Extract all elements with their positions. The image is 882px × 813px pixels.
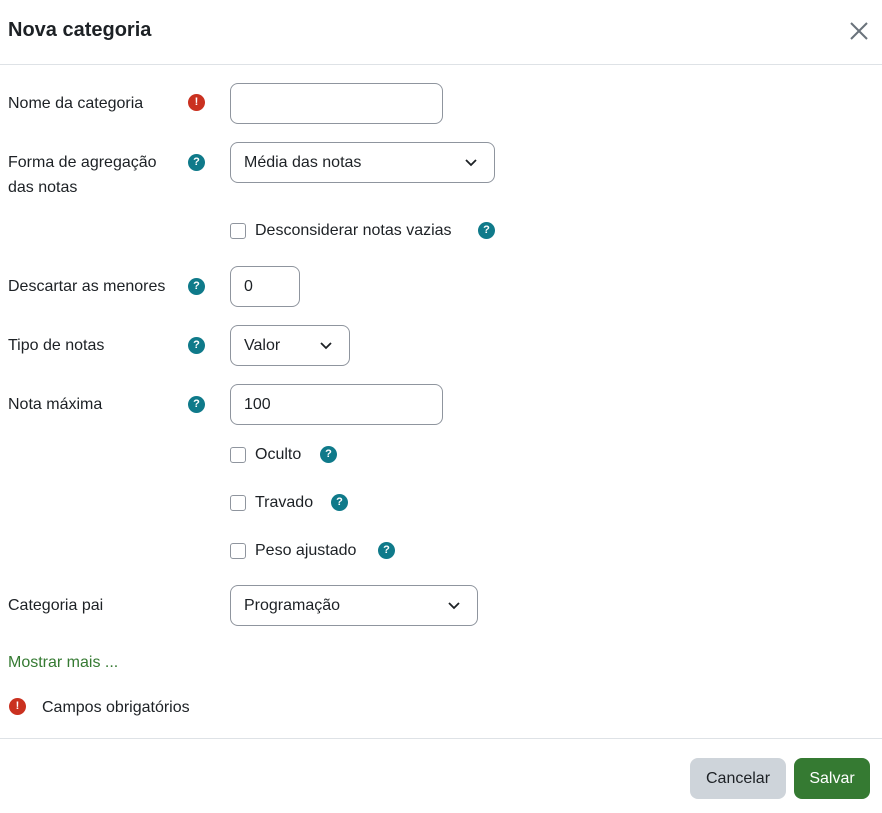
- help-icon[interactable]: ?: [188, 337, 205, 354]
- required-note: Campos obrigatórios: [42, 699, 190, 716]
- max-grade-input[interactable]: [230, 384, 443, 425]
- dialog-title: Nova categoria: [8, 19, 152, 41]
- help-icon[interactable]: ?: [188, 154, 205, 171]
- locked-label: Travado: [255, 494, 314, 511]
- drop-lowest-input[interactable]: [230, 266, 300, 307]
- help-icon[interactable]: ?: [331, 494, 348, 511]
- exclude-empty-label: Desconsiderar notas vazias: [255, 222, 452, 239]
- show-more-link[interactable]: Mostrar mais ...: [8, 654, 118, 672]
- hidden-checkbox[interactable]: [230, 447, 246, 463]
- help-icon[interactable]: ?: [188, 396, 205, 413]
- aggregation-select[interactable]: Média das notas: [230, 142, 495, 183]
- aggregation-label: Forma de agregação das notas: [8, 150, 157, 200]
- grade-type-selected: Valor: [244, 337, 281, 354]
- grade-type-select[interactable]: Valor: [230, 325, 350, 366]
- aggregation-selected: Média das notas: [244, 154, 362, 171]
- cancel-button[interactable]: Cancelar: [690, 758, 786, 799]
- max-grade-label: Nota máxima: [8, 396, 103, 413]
- help-icon[interactable]: ?: [320, 446, 337, 463]
- aggregation-label-line1: Forma de agregação: [8, 154, 157, 171]
- weight-adjusted-label: Peso ajustado: [255, 542, 357, 559]
- chevron-down-icon: [320, 342, 332, 350]
- help-icon[interactable]: ?: [378, 542, 395, 559]
- modal-footer: Cancelar Salvar: [0, 738, 882, 813]
- grade-type-label: Tipo de notas: [8, 337, 105, 354]
- aggregation-label-line2: das notas: [8, 179, 78, 196]
- chevron-down-icon: [448, 602, 460, 610]
- parent-category-label: Categoria pai: [8, 597, 104, 614]
- hidden-label: Oculto: [255, 446, 302, 463]
- parent-category-select[interactable]: Programação: [230, 585, 478, 626]
- category-name-label: Nome da categoria: [8, 95, 144, 112]
- help-icon[interactable]: ?: [478, 222, 495, 239]
- save-button[interactable]: Salvar: [794, 758, 870, 799]
- help-icon[interactable]: ?: [188, 278, 205, 295]
- parent-category-selected: Programação: [244, 597, 341, 614]
- drop-lowest-label: Descartar as menores: [8, 278, 166, 295]
- modal-header: Nova categoria: [0, 0, 882, 65]
- chevron-down-icon: [465, 159, 477, 167]
- category-name-input[interactable]: [230, 83, 443, 124]
- exclude-empty-checkbox[interactable]: [230, 223, 246, 239]
- required-icon: !: [9, 698, 26, 715]
- locked-checkbox[interactable]: [230, 495, 246, 511]
- weight-adjusted-checkbox[interactable]: [230, 543, 246, 559]
- close-icon[interactable]: [846, 18, 872, 44]
- required-icon: !: [188, 94, 205, 111]
